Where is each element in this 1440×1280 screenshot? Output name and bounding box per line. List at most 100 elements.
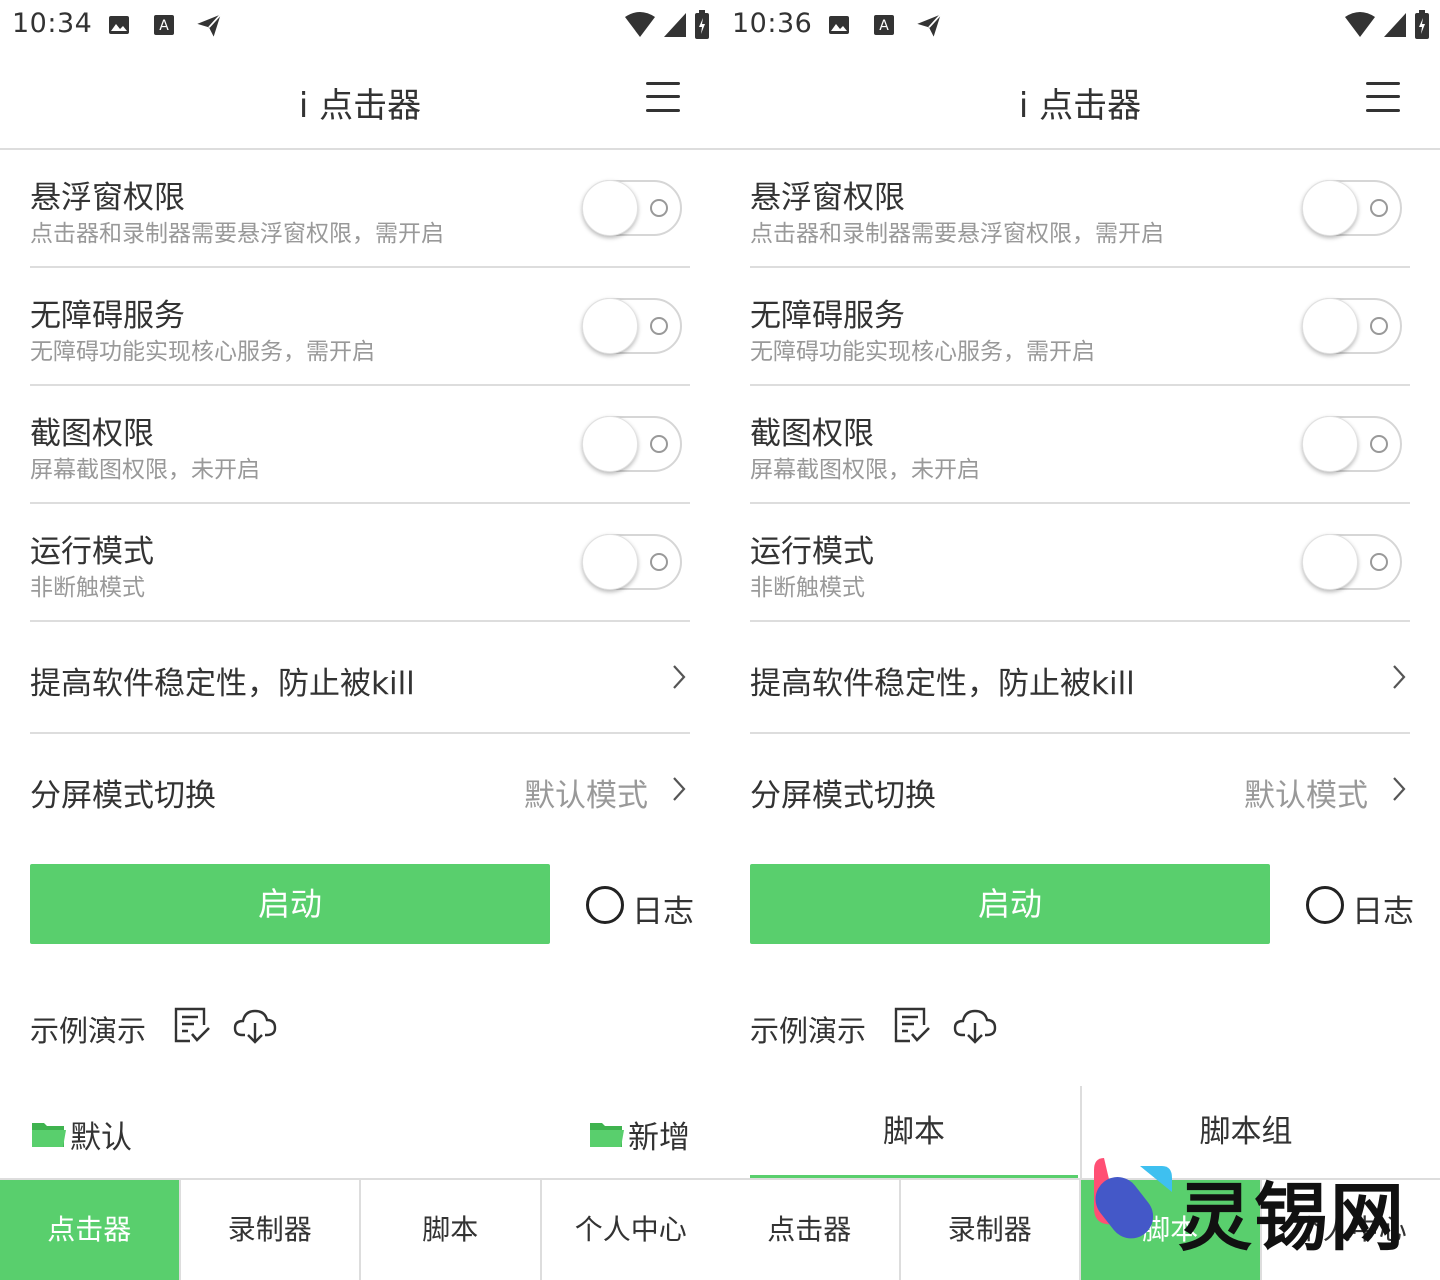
battery-icon bbox=[695, 10, 709, 39]
page-title: i 点击器 bbox=[1018, 86, 1142, 126]
setting-screenshot: 截图权限 屏幕截图权限，未开启 bbox=[750, 386, 1410, 504]
setting-value: 默认模式 bbox=[524, 778, 648, 814]
setting-subtitle: 屏幕截图权限，未开启 bbox=[30, 457, 260, 483]
setting-title: 截图权限 bbox=[750, 416, 874, 452]
setting-title: 运行模式 bbox=[750, 534, 874, 570]
folder-new[interactable]: 新增 bbox=[588, 1112, 690, 1156]
watermark-text: 灵锡网 bbox=[1178, 1175, 1406, 1261]
nav-tab-recorder[interactable]: 录制器 bbox=[901, 1180, 1081, 1280]
start-button[interactable]: 启动 bbox=[30, 864, 550, 944]
svg-text:A: A bbox=[159, 18, 169, 34]
bottom-nav: 点击器 录制器 脚本 个人中心 bbox=[0, 1178, 720, 1280]
wifi-icon bbox=[625, 12, 655, 37]
log-radio[interactable] bbox=[586, 886, 624, 924]
start-button[interactable]: 启动 bbox=[750, 864, 1270, 944]
nav-tab-profile[interactable]: 个人中心 bbox=[542, 1180, 721, 1280]
setting-overlay-permission: 悬浮窗权限 点击器和录制器需要悬浮窗权限，需开启 bbox=[750, 150, 1410, 268]
accessibility-toggle[interactable] bbox=[1302, 298, 1402, 354]
right-screen: 10:36 A i 点击器 悬浮窗权限 点击器和录制器需要悬浮窗权限，需开启 无… bbox=[720, 0, 1440, 1280]
image-icon bbox=[829, 16, 849, 34]
folder-label: 默认 bbox=[70, 1119, 132, 1156]
title-bar: i 点击器 bbox=[720, 50, 1440, 150]
watermark-logo-icon bbox=[1094, 1158, 1172, 1239]
setting-title: 运行模式 bbox=[30, 534, 154, 570]
setting-stability[interactable]: 提高软件稳定性，防止被kill bbox=[30, 622, 690, 734]
send-icon bbox=[917, 13, 942, 37]
nav-tab-clicker[interactable]: 点击器 bbox=[0, 1180, 181, 1280]
status-time: 10:36 bbox=[732, 8, 813, 39]
setting-accessibility: 无障碍服务 无障碍功能实现核心服务，需开启 bbox=[750, 268, 1410, 386]
chevron-right-icon bbox=[673, 665, 686, 689]
overlay-toggle[interactable] bbox=[1302, 180, 1402, 236]
checklist-icon[interactable] bbox=[172, 1005, 212, 1045]
setting-title: 分屏模式切换 bbox=[750, 778, 936, 814]
setting-subtitle: 点击器和录制器需要悬浮窗权限，需开启 bbox=[750, 221, 1164, 247]
demo-label: 示例演示 bbox=[30, 1014, 147, 1048]
a-icon: A bbox=[874, 15, 894, 35]
folder-default[interactable]: 默认 bbox=[30, 1112, 132, 1156]
setting-title: 提高软件稳定性，防止被kill bbox=[750, 666, 1135, 702]
demo-label: 示例演示 bbox=[750, 1014, 867, 1048]
wifi-icon bbox=[1345, 12, 1375, 37]
status-time: 10:34 bbox=[12, 8, 93, 39]
menu-icon[interactable] bbox=[1366, 80, 1400, 114]
a-icon: A bbox=[154, 15, 174, 35]
nav-tab-clicker[interactable]: 点击器 bbox=[720, 1180, 901, 1280]
left-screen: 10:34 A i 点击器 悬浮窗权限 点击器和录制器需要悬浮窗权限，需开启 无… bbox=[0, 0, 720, 1280]
setting-run-mode: 运行模式 非断触模式 bbox=[750, 504, 1410, 622]
nav-tab-recorder[interactable]: 录制器 bbox=[181, 1180, 361, 1280]
log-label[interactable]: 日志 bbox=[632, 886, 694, 931]
setting-split-screen[interactable]: 分屏模式切换 默认模式 bbox=[750, 734, 1410, 846]
tab-script[interactable]: 脚本 bbox=[750, 1086, 1078, 1178]
setting-title: 提高软件稳定性，防止被kill bbox=[30, 666, 415, 702]
log-label[interactable]: 日志 bbox=[1352, 886, 1414, 931]
signal-icon bbox=[1384, 13, 1406, 37]
setting-accessibility: 无障碍服务 无障碍功能实现核心服务，需开启 bbox=[30, 268, 690, 386]
setting-overlay-permission: 悬浮窗权限 点击器和录制器需要悬浮窗权限，需开启 bbox=[30, 150, 690, 268]
setting-title: 悬浮窗权限 bbox=[750, 180, 905, 216]
watermark: 灵锡网 bbox=[1090, 1152, 1420, 1261]
send-icon bbox=[197, 13, 222, 37]
setting-title: 无障碍服务 bbox=[750, 298, 905, 334]
setting-stability[interactable]: 提高软件稳定性，防止被kill bbox=[750, 622, 1410, 734]
cloud-download-icon[interactable] bbox=[953, 1005, 997, 1045]
svg-text:A: A bbox=[879, 18, 889, 34]
setting-subtitle: 屏幕截图权限，未开启 bbox=[750, 457, 980, 483]
setting-subtitle: 无障碍功能实现核心服务，需开启 bbox=[30, 339, 375, 365]
overlay-toggle[interactable] bbox=[582, 180, 682, 236]
setting-screenshot: 截图权限 屏幕截图权限，未开启 bbox=[30, 386, 690, 504]
signal-icon bbox=[664, 13, 686, 37]
checklist-icon[interactable] bbox=[892, 1005, 932, 1045]
folder-icon bbox=[590, 1123, 624, 1147]
setting-subtitle: 非断触模式 bbox=[750, 575, 865, 601]
chevron-right-icon bbox=[673, 777, 686, 801]
chevron-right-icon bbox=[1393, 665, 1406, 689]
chevron-right-icon bbox=[1393, 777, 1406, 801]
log-radio[interactable] bbox=[1306, 886, 1344, 924]
folder-label: 新增 bbox=[628, 1119, 690, 1156]
setting-title: 悬浮窗权限 bbox=[30, 180, 185, 216]
nav-tab-script[interactable]: 脚本 bbox=[361, 1180, 542, 1280]
setting-split-screen[interactable]: 分屏模式切换 默认模式 bbox=[30, 734, 690, 846]
setting-title: 分屏模式切换 bbox=[30, 778, 216, 814]
folder-icon bbox=[32, 1123, 66, 1147]
setting-value: 默认模式 bbox=[1244, 778, 1368, 814]
setting-subtitle: 无障碍功能实现核心服务，需开启 bbox=[750, 339, 1095, 365]
cloud-download-icon[interactable] bbox=[233, 1005, 277, 1045]
run-mode-toggle[interactable] bbox=[582, 534, 682, 590]
page-title: i 点击器 bbox=[298, 86, 422, 126]
setting-subtitle: 非断触模式 bbox=[30, 575, 145, 601]
status-right bbox=[624, 8, 710, 42]
title-bar: i 点击器 bbox=[0, 50, 720, 150]
setting-title: 截图权限 bbox=[30, 416, 154, 452]
run-mode-toggle[interactable] bbox=[1302, 534, 1402, 590]
setting-subtitle: 点击器和录制器需要悬浮窗权限，需开启 bbox=[30, 221, 444, 247]
status-right bbox=[1344, 8, 1430, 42]
accessibility-toggle[interactable] bbox=[582, 298, 682, 354]
battery-icon bbox=[1415, 10, 1429, 39]
screenshot-toggle[interactable] bbox=[1302, 416, 1402, 472]
image-icon bbox=[109, 16, 129, 34]
screenshot-toggle[interactable] bbox=[582, 416, 682, 472]
menu-icon[interactable] bbox=[646, 80, 680, 114]
status-bar: 10:36 A bbox=[720, 0, 1440, 50]
